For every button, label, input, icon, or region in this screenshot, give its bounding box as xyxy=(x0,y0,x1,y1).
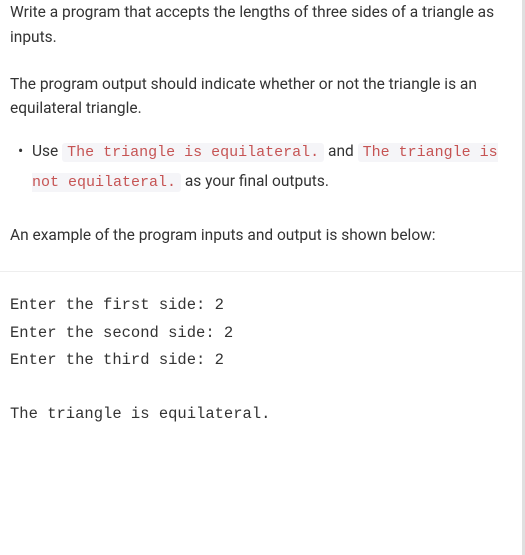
bullet-text-prefix: Use xyxy=(32,142,62,160)
example-output: Enter the first side: 2 Enter the second… xyxy=(0,271,522,428)
bullet-text-mid: and xyxy=(324,142,357,160)
example-lead: An example of the program inputs and out… xyxy=(10,223,510,248)
instruction-list: Use The triangle is equilateral. and The… xyxy=(10,137,510,197)
bullet-text-suffix: as your final outputs. xyxy=(181,172,329,190)
code-equilateral: The triangle is equilateral. xyxy=(62,143,324,162)
instruction-item: Use The triangle is equilateral. and The… xyxy=(32,137,510,197)
intro-paragraph-2: The program output should indicate wheth… xyxy=(10,72,510,122)
intro-paragraph-1: Write a program that accepts the lengths… xyxy=(10,0,510,50)
